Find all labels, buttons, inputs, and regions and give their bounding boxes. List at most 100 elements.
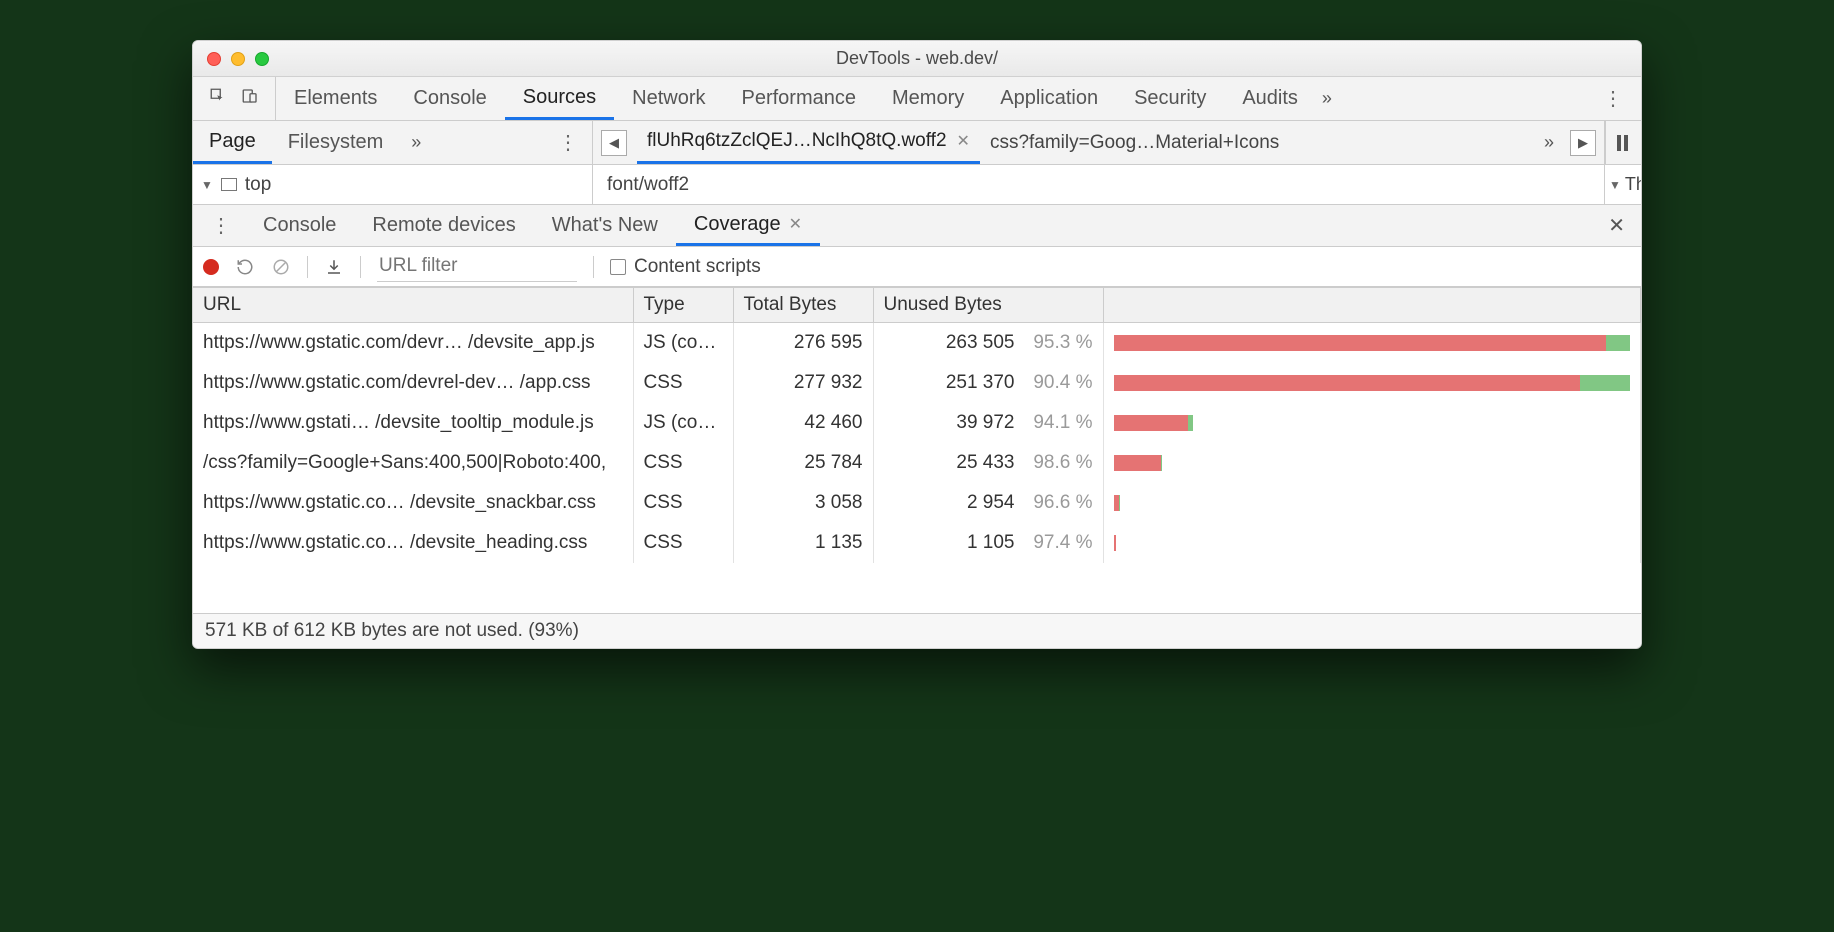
- export-icon[interactable]: [324, 257, 344, 277]
- cell-usage-bar: [1103, 403, 1641, 443]
- cell-usage-bar: [1103, 443, 1641, 483]
- tree-root-label: top: [245, 174, 271, 196]
- drawer-tab-label: Console: [263, 214, 336, 237]
- threads-section[interactable]: ▼ Th: [1605, 165, 1641, 204]
- navigator-tab-filesystem[interactable]: Filesystem: [272, 121, 400, 164]
- tab-performance[interactable]: Performance: [724, 77, 875, 120]
- titlebar: DevTools - web.dev/: [193, 41, 1641, 77]
- cell-unused: 39 97294.1 %: [873, 403, 1103, 443]
- col-header-unused[interactable]: Unused Bytes: [873, 288, 1103, 323]
- cell-type: CSS: [633, 443, 733, 483]
- drawer-tab-console[interactable]: Console: [245, 205, 354, 246]
- table-row[interactable]: https://www.gstatic.co… /devsite_heading…: [193, 523, 1641, 563]
- cell-type: CSS: [633, 363, 733, 403]
- cell-unused: 2 95496.6 %: [873, 483, 1103, 523]
- file-tab-label: css?family=Goog…Material+Icons: [990, 132, 1279, 154]
- coverage-summary: 571 KB of 612 KB bytes are not used. (93…: [193, 613, 1641, 648]
- tab-network[interactable]: Network: [614, 77, 723, 120]
- cell-url: https://www.gstati… /devsite_tooltip_mod…: [193, 403, 633, 443]
- cell-total: 276 595: [733, 323, 873, 363]
- cell-unused: 263 50595.3 %: [873, 323, 1103, 363]
- more-navigator-tabs-icon[interactable]: »: [405, 132, 427, 153]
- file-tab[interactable]: css?family=Goog…Material+Icons: [980, 121, 1289, 164]
- devtools-window: DevTools - web.dev/ ElementsConsoleSourc…: [192, 40, 1642, 649]
- tab-elements[interactable]: Elements: [276, 77, 395, 120]
- file-tab[interactable]: flUhRq6tzZclQEJ…NcIhQ8tQ.woff2✕: [637, 121, 980, 164]
- cell-url: /css?family=Google+Sans:400,500|Roboto:4…: [193, 443, 633, 483]
- next-file-icon[interactable]: ▶: [1570, 130, 1596, 156]
- tab-memory[interactable]: Memory: [874, 77, 982, 120]
- table-header-row: URL Type Total Bytes Unused Bytes: [193, 288, 1641, 323]
- cell-total: 277 932: [733, 363, 873, 403]
- summary-text: 571 KB of 612 KB bytes are not used. (93…: [205, 620, 579, 641]
- coverage-toolbar: Content scripts: [193, 247, 1641, 287]
- table-row[interactable]: https://www.gstatic.com/devrel-dev… /app…: [193, 363, 1641, 403]
- col-header-url[interactable]: URL: [193, 288, 633, 323]
- table-row[interactable]: /css?family=Google+Sans:400,500|Roboto:4…: [193, 443, 1641, 483]
- open-files-tabstrip: ◀ flUhRq6tzZclQEJ…NcIhQ8tQ.woff2✕ css?fam…: [593, 121, 1605, 164]
- cell-usage-bar: [1103, 323, 1641, 363]
- url-filter-input[interactable]: [377, 251, 577, 282]
- cell-unused: 251 37090.4 %: [873, 363, 1103, 403]
- prev-file-icon[interactable]: ◀: [601, 130, 627, 156]
- checkbox-icon: [610, 259, 626, 275]
- close-icon[interactable]: ✕: [957, 131, 970, 151]
- frame-icon: [221, 178, 237, 191]
- threads-label: Th: [1625, 174, 1641, 195]
- drawer-tab-what-s-new[interactable]: What's New: [534, 205, 676, 246]
- content-scripts-checkbox[interactable]: Content scripts: [610, 256, 761, 278]
- cell-total: 25 784: [733, 443, 873, 483]
- clear-icon[interactable]: [271, 257, 291, 277]
- drawer-tab-label: Remote devices: [372, 214, 515, 237]
- cell-unused: 25 43398.6 %: [873, 443, 1103, 483]
- cell-url: https://www.gstatic.co… /devsite_heading…: [193, 523, 633, 563]
- cell-usage-bar: [1103, 363, 1641, 403]
- file-tree-root[interactable]: ▼ top: [193, 165, 593, 204]
- inspect-element-icon[interactable]: [209, 87, 227, 111]
- table-row[interactable]: https://www.gstatic.com/devr… /devsite_a…: [193, 323, 1641, 363]
- cell-type: CSS: [633, 523, 733, 563]
- drawer-tab-coverage[interactable]: Coverage ✕: [676, 205, 820, 246]
- tab-console[interactable]: Console: [395, 77, 504, 120]
- tab-security[interactable]: Security: [1116, 77, 1224, 120]
- drawer-tab-label: What's New: [552, 214, 658, 237]
- debugger-pause-button[interactable]: [1605, 121, 1641, 164]
- cell-url: https://www.gstatic.com/devrel-dev… /app…: [193, 363, 633, 403]
- device-toolbar-icon[interactable]: [241, 87, 259, 111]
- table-row[interactable]: https://www.gstatic.co… /devsite_snackba…: [193, 483, 1641, 523]
- cell-type: CSS: [633, 483, 733, 523]
- col-header-type[interactable]: Type: [633, 288, 733, 323]
- drawer-menu-icon[interactable]: ⋮: [197, 213, 245, 238]
- window-title: DevTools - web.dev/: [193, 48, 1641, 69]
- devtools-menu-icon[interactable]: ⋮: [1585, 86, 1641, 111]
- col-header-total[interactable]: Total Bytes: [733, 288, 873, 323]
- disclosure-triangle-icon: ▼: [1609, 178, 1621, 192]
- sources-subheader: PageFilesystem » ⋮ ◀ flUhRq6tzZclQEJ…NcI…: [193, 121, 1641, 165]
- cell-total: 1 135: [733, 523, 873, 563]
- tab-application[interactable]: Application: [982, 77, 1116, 120]
- cell-type: JS (coa…: [633, 403, 733, 443]
- record-icon[interactable]: [203, 259, 219, 275]
- drawer-tabs: ⋮ Console Remote devices What's New Coverag…: [193, 205, 1641, 247]
- coverage-table: URL Type Total Bytes Unused Bytes https:…: [193, 287, 1641, 563]
- navigator-menu-icon[interactable]: ⋮: [544, 130, 592, 155]
- devtools-panel-tabs: ElementsConsoleSourcesNetworkPerformance…: [193, 77, 1641, 121]
- more-tabs-icon[interactable]: »: [1316, 88, 1338, 109]
- table-row[interactable]: https://www.gstati… /devsite_tooltip_mod…: [193, 403, 1641, 443]
- tab-sources[interactable]: Sources: [505, 77, 614, 120]
- reload-icon[interactable]: [235, 257, 255, 277]
- tab-audits[interactable]: Audits: [1224, 77, 1316, 120]
- cell-url: https://www.gstatic.com/devr… /devsite_a…: [193, 323, 633, 363]
- col-header-visual[interactable]: [1103, 288, 1641, 323]
- more-files-icon[interactable]: »: [1538, 132, 1560, 153]
- cell-total: 3 058: [733, 483, 873, 523]
- toolbar-separator: [307, 256, 308, 278]
- disclosure-triangle-icon: ▼: [201, 178, 213, 192]
- drawer-tab-label: Coverage: [694, 213, 781, 236]
- drawer-tab-remote-devices[interactable]: Remote devices: [354, 205, 533, 246]
- navigator-tab-page[interactable]: Page: [193, 121, 272, 164]
- sources-body-row: ▼ top font/woff2 ▼ Th: [193, 165, 1641, 205]
- source-content: font/woff2: [593, 165, 1605, 204]
- drawer-close-icon[interactable]: ✕: [1592, 213, 1641, 238]
- close-icon[interactable]: ✕: [789, 214, 802, 234]
